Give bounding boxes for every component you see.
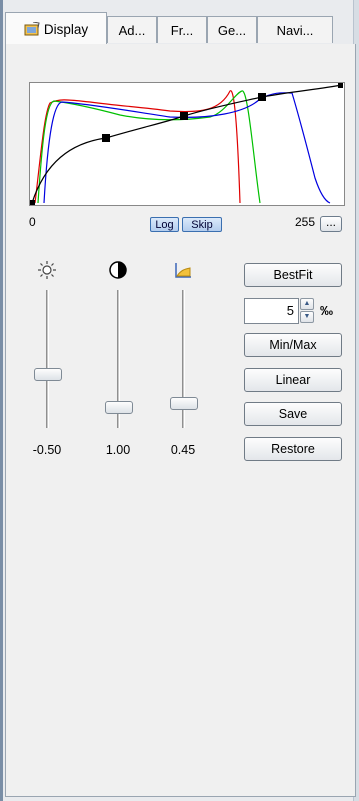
restore-button[interactable]: Restore <box>244 437 342 461</box>
curve-point[interactable] <box>258 93 266 101</box>
tab-fr[interactable]: Fr... <box>157 16 207 43</box>
curve-point[interactable] <box>338 83 343 88</box>
curve-point[interactable] <box>102 134 110 142</box>
contrast-icon <box>108 260 128 280</box>
tab-display[interactable]: Display <box>5 12 107 45</box>
gamma-icon <box>173 260 193 280</box>
minmax-button[interactable]: Min/Max <box>244 333 342 357</box>
save-button[interactable]: Save <box>244 402 342 426</box>
curve-point[interactable] <box>30 200 35 205</box>
tab-ge[interactable]: Ge... <box>207 16 257 43</box>
gamma-slider-thumb[interactable] <box>170 397 198 410</box>
tab-navi[interactable]: Navi... <box>257 16 333 43</box>
brightness-value: -0.50 <box>32 443 62 457</box>
histogram-plot[interactable] <box>29 82 345 206</box>
brightness-slider-thumb[interactable] <box>34 368 62 381</box>
left-window-edge <box>0 0 3 801</box>
percentile-input[interactable]: 5 <box>244 298 299 324</box>
tab-ge-label: Ge... <box>217 22 247 38</box>
display-tab-icon <box>24 21 40 36</box>
tab-ad[interactable]: Ad... <box>107 16 157 43</box>
skip-button[interactable]: Skip <box>182 217 222 232</box>
linear-button[interactable]: Linear <box>244 368 342 392</box>
tab-ad-label: Ad... <box>118 22 146 38</box>
histogram-svg <box>30 83 343 205</box>
percentile-stepper[interactable]: ▲ ▼ <box>300 298 316 324</box>
stepper-up-icon[interactable]: ▲ <box>300 298 314 310</box>
log-button[interactable]: Log <box>150 217 179 232</box>
tab-navi-label: Navi... <box>276 22 314 38</box>
brightness-slider-track[interactable] <box>46 290 49 428</box>
histogram-max-label: 255 <box>295 215 316 229</box>
tab-fr-label: Fr... <box>170 22 194 38</box>
curve-point[interactable] <box>180 112 188 120</box>
bestfit-button[interactable]: BestFit <box>244 263 342 287</box>
tab-bar: Display Ad... Fr... Ge... Navi... <box>5 8 355 45</box>
brightness-icon <box>37 260 57 280</box>
histogram-more-button[interactable]: ... <box>320 216 342 232</box>
stepper-down-icon[interactable]: ▼ <box>300 311 314 323</box>
contrast-slider-thumb[interactable] <box>105 401 133 414</box>
histogram-min-label: 0 <box>29 215 36 229</box>
contrast-value: 1.00 <box>105 443 131 457</box>
gamma-value: 0.45 <box>170 443 196 457</box>
permil-unit: ‰ <box>320 303 333 318</box>
tab-display-label: Display <box>43 21 89 37</box>
